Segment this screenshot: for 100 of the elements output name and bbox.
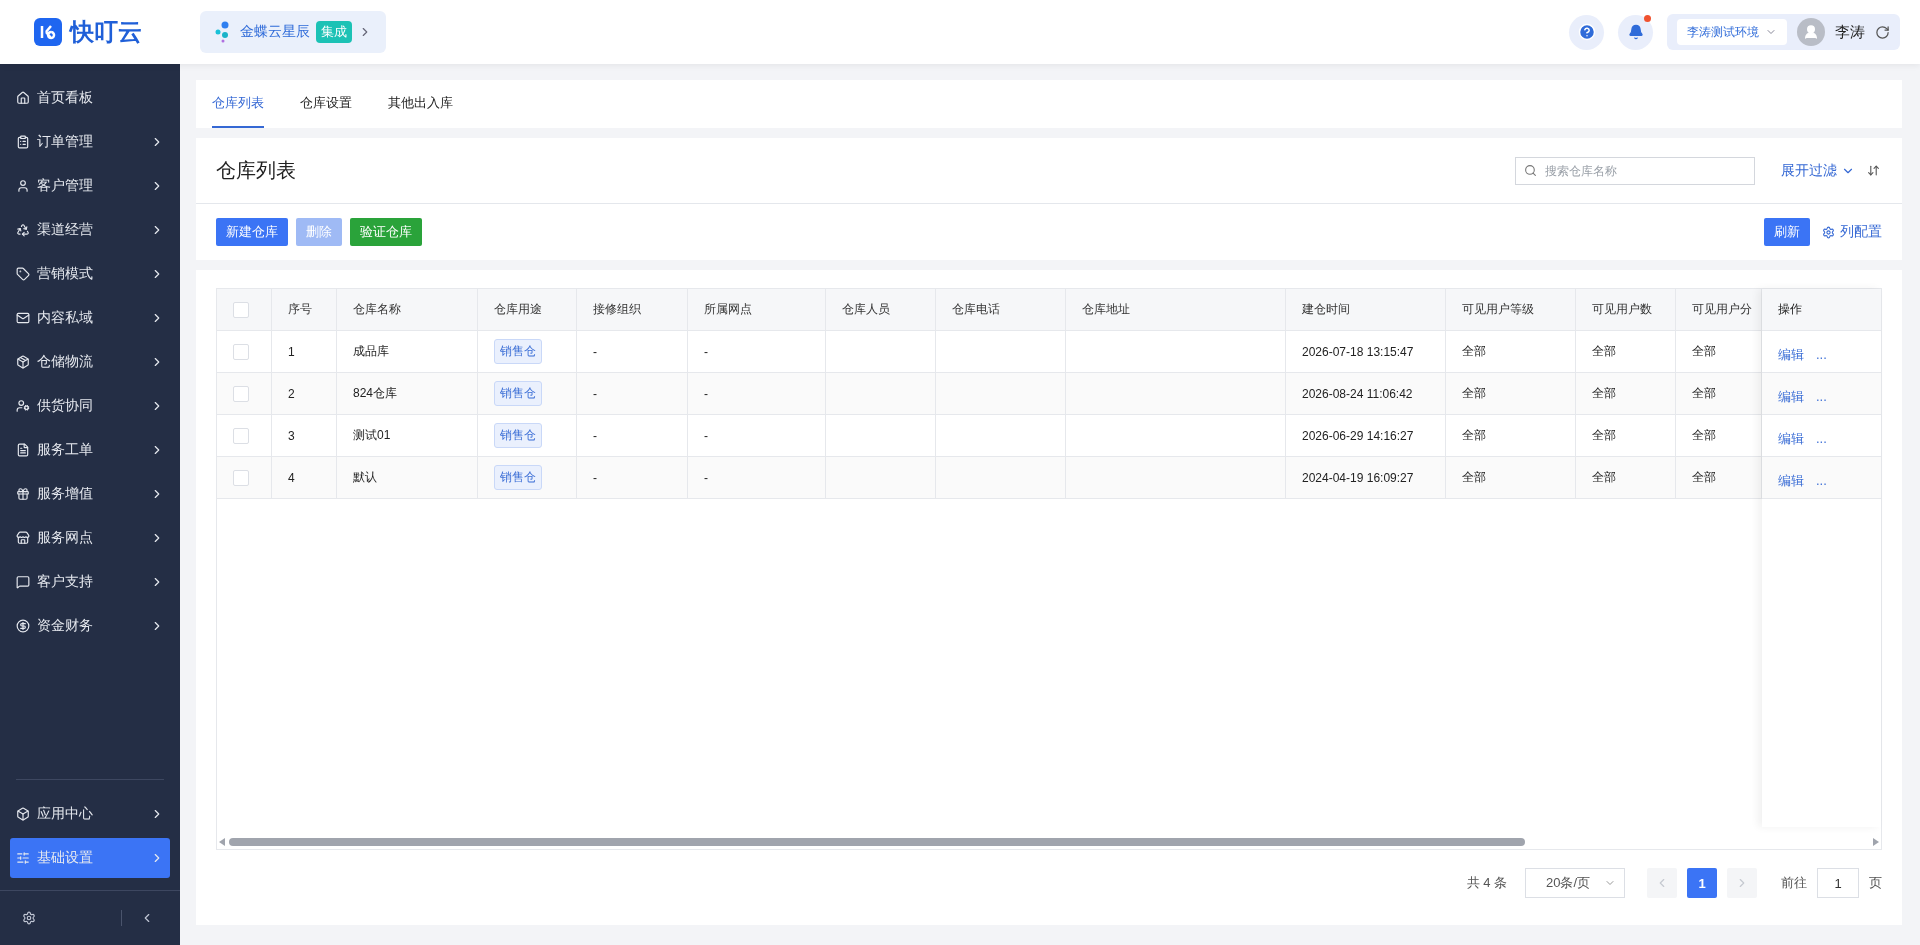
sidebar-item[interactable]: 基础设置 [10, 838, 170, 878]
column-header: 所属网点 [704, 301, 752, 318]
total-count: 共 4 条 [1466, 874, 1507, 892]
table-cell: 默认 [353, 469, 377, 486]
more-link[interactable]: ... [1816, 389, 1827, 404]
checkbox[interactable] [233, 427, 249, 444]
column-header: 仓库用途 [494, 301, 542, 318]
more-link[interactable]: ... [1816, 473, 1827, 488]
table-cell: 2026-06-29 14:16:27 [1302, 428, 1414, 443]
tab[interactable]: 其他出入库 [388, 80, 453, 128]
purpose-tag: 销售仓 [494, 339, 542, 364]
table-cell: 全部 [1592, 343, 1616, 360]
table-cell: - [704, 470, 708, 485]
menu-icon [16, 399, 30, 413]
help-button[interactable] [1569, 14, 1604, 50]
edit-link[interactable]: 编辑 [1778, 429, 1804, 448]
column-config-link[interactable]: 列配置 [1818, 223, 1882, 241]
table-cell: 全部 [1462, 427, 1486, 444]
table-cell: 全部 [1462, 469, 1486, 486]
table-cell: 4 [288, 470, 295, 485]
column-header: 仓库电话 [952, 301, 1000, 318]
column-header: 操作 [1778, 301, 1802, 318]
page-suffix: 页 [1869, 874, 1882, 892]
menu-icon [16, 135, 30, 149]
sidebar-item[interactable]: 订单管理 [10, 122, 170, 162]
search-icon [1524, 164, 1537, 177]
edit-link[interactable]: 编辑 [1778, 471, 1804, 490]
checkbox[interactable] [233, 343, 249, 360]
sidebar-item[interactable]: 渠道经营 [10, 210, 170, 250]
menu-icon [16, 619, 30, 633]
toolbar-button[interactable]: 验证仓库 [350, 218, 422, 246]
table-cell: 2026-07-18 13:15:47 [1302, 344, 1414, 359]
column-header: 仓库地址 [1082, 301, 1130, 318]
table-cell: 全部 [1692, 385, 1716, 402]
menu-icon [16, 267, 30, 281]
table-cell: - [593, 386, 597, 401]
sort-icon[interactable] [1867, 164, 1880, 177]
scroll-right-icon[interactable] [1873, 838, 1879, 846]
edit-link[interactable]: 编辑 [1778, 345, 1804, 364]
menu-icon [16, 91, 30, 105]
checkbox[interactable] [233, 469, 249, 486]
refresh-button[interactable]: 刷新 [1764, 218, 1810, 246]
menu-icon [16, 223, 30, 237]
column-header: 仓库名称 [353, 301, 401, 318]
checkbox[interactable] [233, 385, 249, 402]
goto-page-field[interactable]: 1 [1817, 868, 1859, 898]
more-link[interactable]: ... [1816, 347, 1827, 362]
tab[interactable]: 仓库设置 [300, 80, 352, 128]
sidebar-item[interactable]: 内容私域 [10, 298, 170, 338]
sidebar-item[interactable]: 服务增值 [10, 474, 170, 514]
sidebar-item[interactable]: 首页看板 [10, 78, 170, 118]
sidebar-item[interactable]: 客户支持 [10, 562, 170, 602]
sidebar-item[interactable]: 仓储物流 [10, 342, 170, 382]
column-header: 可见用户数 [1592, 301, 1652, 318]
filter-toggle[interactable]: 展开过滤 [1781, 161, 1855, 180]
tab[interactable]: 仓库列表 [212, 80, 264, 128]
help-icon [1577, 23, 1596, 41]
edit-link[interactable]: 编辑 [1778, 387, 1804, 406]
menu-icon [16, 443, 30, 457]
settings-icon[interactable] [22, 911, 36, 925]
page-size-select[interactable]: 20条/页 [1525, 868, 1625, 898]
menu-icon [16, 179, 30, 193]
table-cell: 824仓库 [353, 385, 398, 402]
table-cell: 1 [288, 344, 295, 359]
table-cell: 成品库 [353, 343, 389, 360]
page-button[interactable]: 1 [1687, 868, 1717, 898]
table-cell: - [593, 470, 597, 485]
refresh-icon[interactable] [1875, 24, 1890, 40]
table-cell: 测试01 [353, 427, 391, 444]
sidebar-item[interactable]: 服务网点 [10, 518, 170, 558]
sidebar-item[interactable]: 客户管理 [10, 166, 170, 206]
column-header: 可见用户分 [1692, 301, 1752, 318]
sidebar-item[interactable]: 应用中心 [10, 794, 170, 834]
user-name: 李涛 [1835, 22, 1865, 42]
bell-icon [1627, 24, 1644, 40]
environment-select[interactable]: 李涛测试环境 [1677, 19, 1787, 45]
menu-icon [16, 487, 30, 501]
table-cell: 全部 [1592, 427, 1616, 444]
toolbar-button[interactable]: 新建仓库 [216, 218, 288, 246]
search-box[interactable]: 搜索仓库名称 [1515, 156, 1755, 185]
column-header: 可见用户等级 [1462, 301, 1534, 318]
table-cell: 全部 [1592, 385, 1616, 402]
app-chip[interactable]: 金蝶云星辰 集成 [200, 11, 386, 53]
menu-icon [16, 807, 30, 821]
purpose-tag: 销售仓 [494, 465, 542, 490]
scroll-left-icon[interactable] [219, 838, 225, 846]
column-header: 接修组织 [593, 301, 641, 318]
sidebar-item[interactable]: 营销模式 [10, 254, 170, 294]
table-cell: 3 [288, 428, 295, 443]
sidebar-item[interactable]: 资金财务 [10, 606, 170, 646]
table-cell: - [704, 344, 708, 359]
table-cell: - [704, 386, 708, 401]
sidebar-item[interactable]: 服务工单 [10, 430, 170, 470]
table-cell: 全部 [1692, 343, 1716, 360]
purpose-tag: 销售仓 [494, 423, 542, 448]
checkbox[interactable] [233, 301, 249, 318]
sidebar-item[interactable]: 供货协同 [10, 386, 170, 426]
notification-button[interactable] [1618, 14, 1653, 50]
more-link[interactable]: ... [1816, 431, 1827, 446]
scrollbar-thumb[interactable] [229, 838, 1525, 846]
